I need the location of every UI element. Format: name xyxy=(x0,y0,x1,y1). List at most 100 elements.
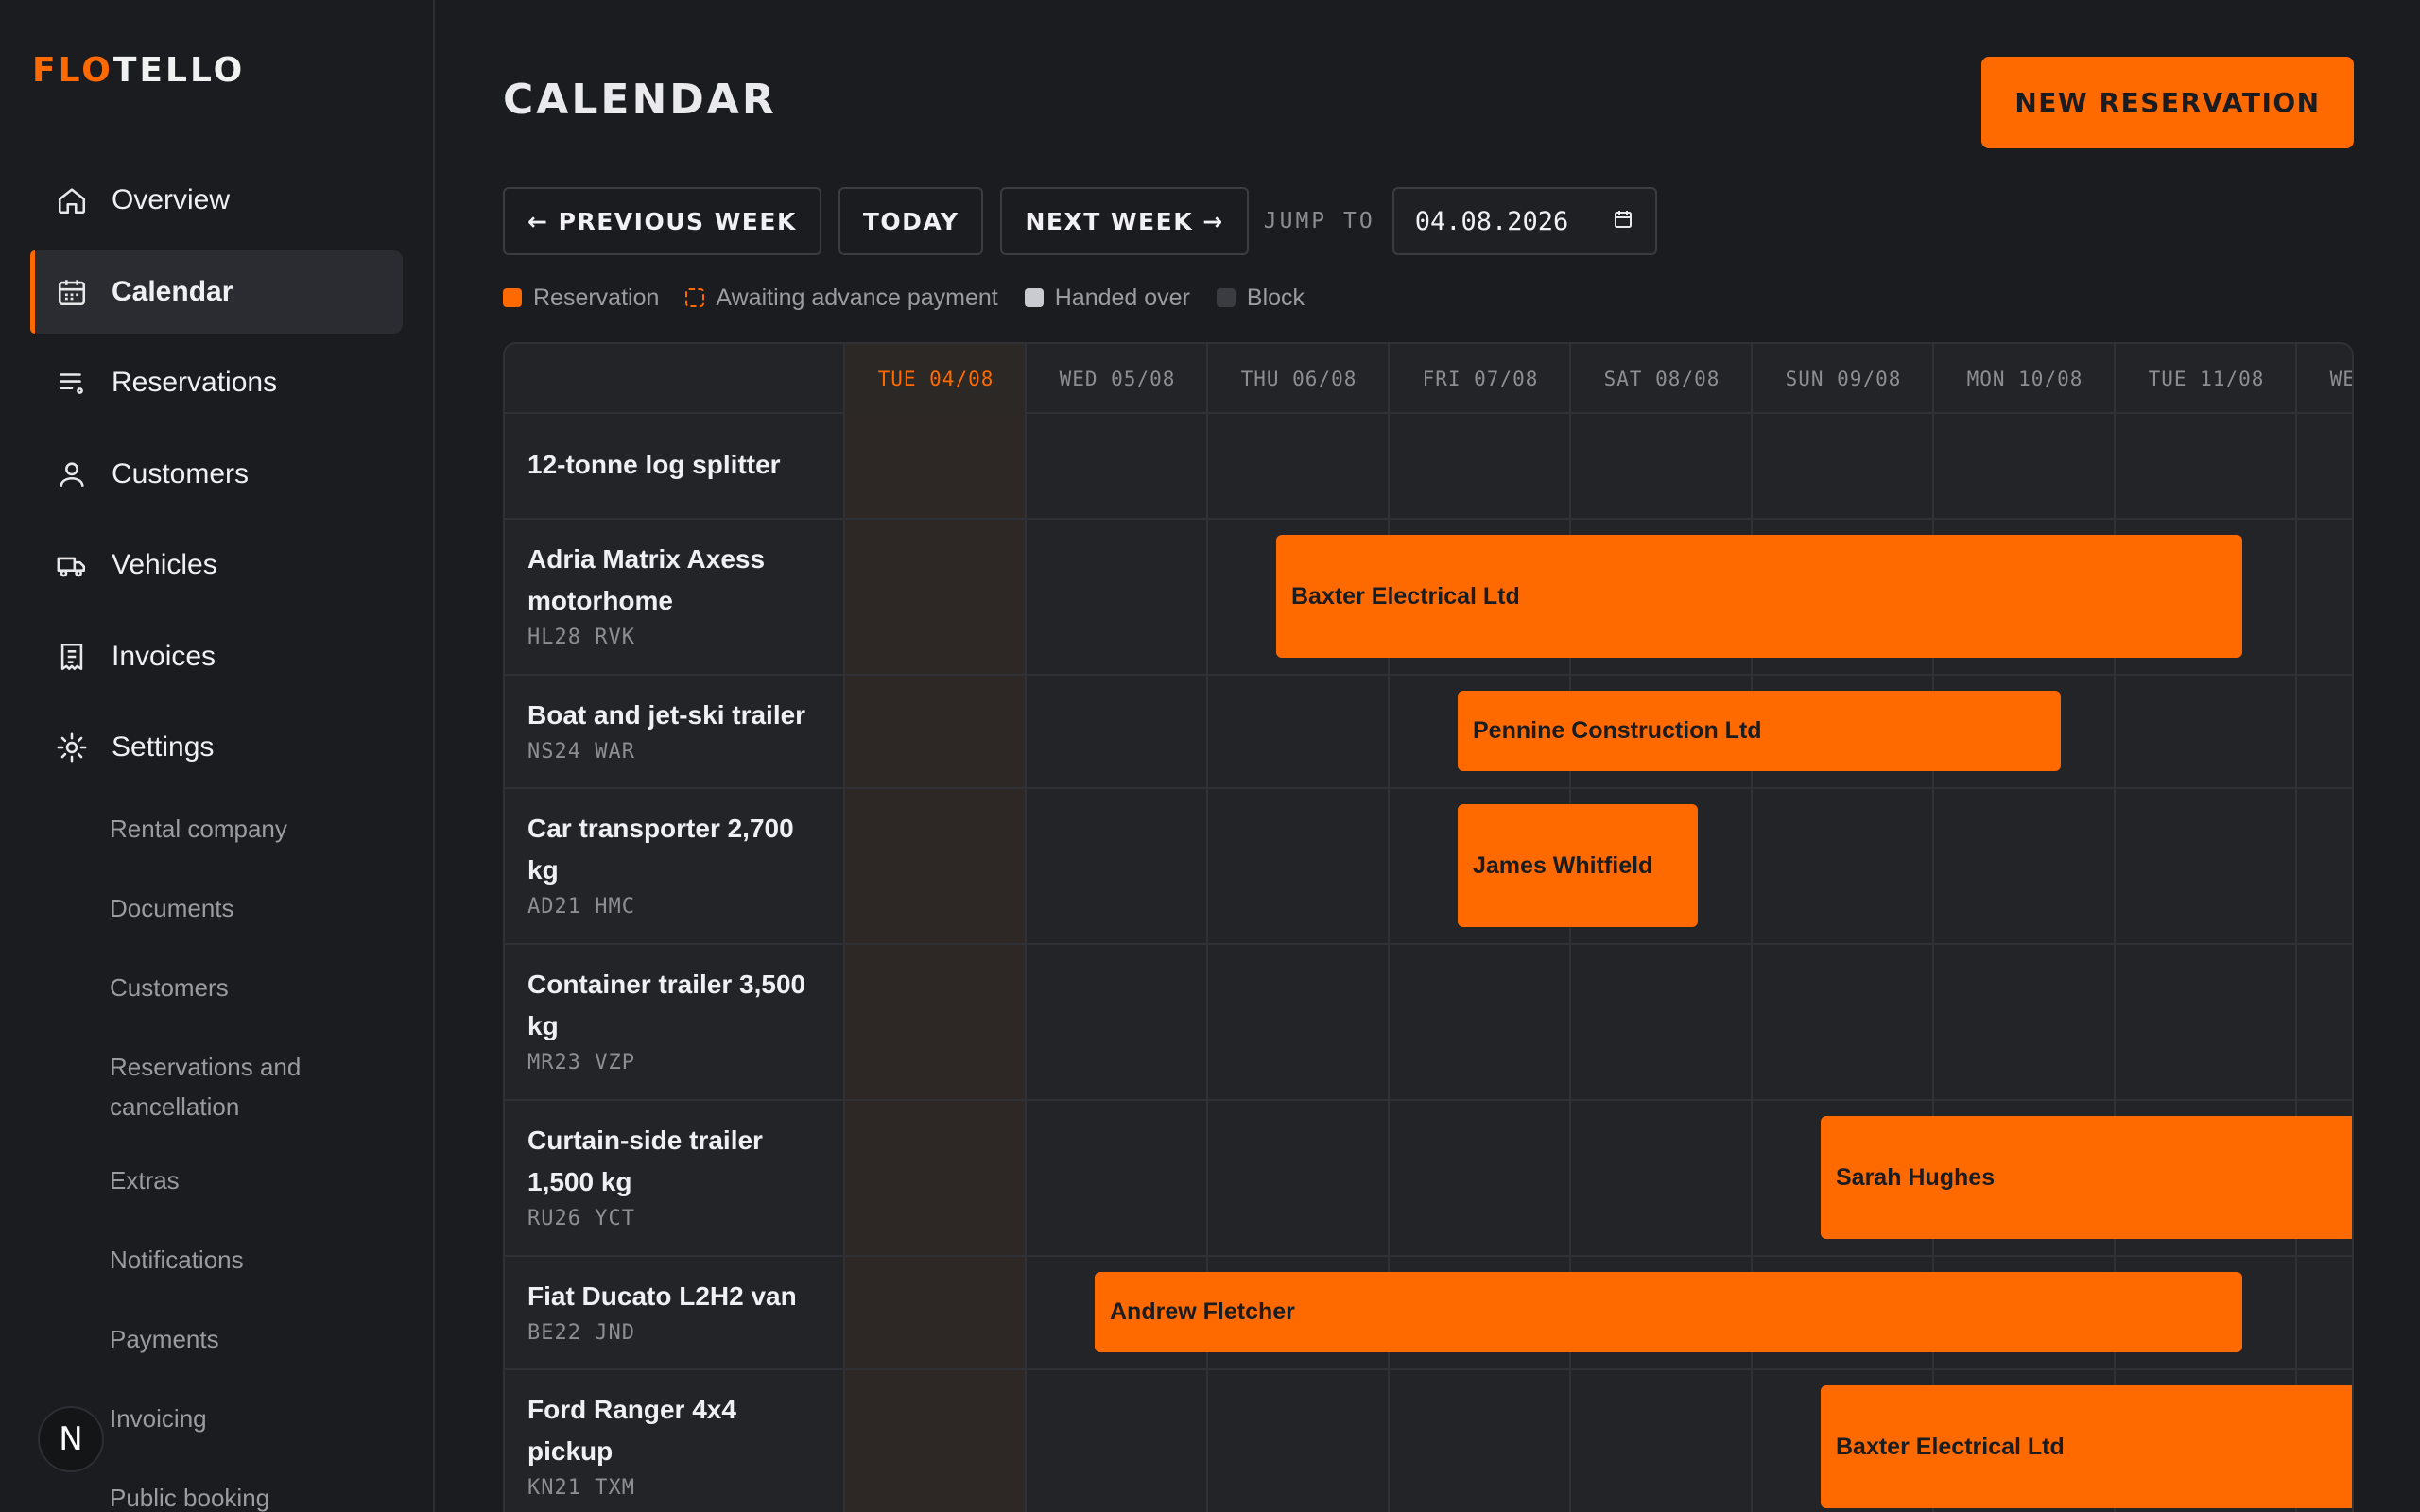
resource-plate: NS24 WAR xyxy=(527,740,635,764)
nav-item-vehicles[interactable]: Vehicles xyxy=(30,524,403,607)
subnav-documents[interactable]: Documents xyxy=(110,888,412,928)
day-header: FRI 07/08 xyxy=(1422,368,1539,390)
swatch-block xyxy=(1216,288,1236,307)
nav-item-invoices[interactable]: Invoices xyxy=(30,615,403,698)
resource-label[interactable]: Container trailer 3,500 kg MR23 VZP xyxy=(505,945,845,1099)
booking-bar[interactable]: Baxter Electrical Ltd xyxy=(1276,535,2242,658)
subnav-customers[interactable]: Customers xyxy=(110,968,412,1007)
day-header: WED 12/08 xyxy=(2329,368,2352,390)
day-header: SAT 08/08 xyxy=(1603,368,1720,390)
settings-subnav: Rental company Documents Customers Reser… xyxy=(110,809,412,1512)
nav-label: Settings xyxy=(112,731,215,763)
day-header-today: TUE 04/08 xyxy=(845,344,1027,414)
gear-icon xyxy=(55,730,89,765)
week-toolbar: ← PREVIOUS WEEK TODAY NEXT WEEK → JUMP T… xyxy=(503,187,1657,255)
jump-to-label: JUMP TO xyxy=(1263,209,1375,233)
nav-item-customers[interactable]: Customers xyxy=(30,433,403,516)
subnav-notifications[interactable]: Notifications xyxy=(110,1240,412,1280)
resource-label[interactable]: Boat and jet-ski trailer NS24 WAR xyxy=(505,676,845,787)
resource-row: 12-tonne log splitter xyxy=(505,414,2352,520)
resource-name: Boat and jet-ski trailer xyxy=(527,700,806,730)
resource-row: Fiat Ducato L2H2 van BE22 JND Andrew Fle… xyxy=(505,1257,2352,1370)
resource-label[interactable]: Ford Ranger 4x4 pickup KN21 TXM xyxy=(505,1370,845,1512)
brand-logo[interactable]: FLOTELLO xyxy=(32,51,245,90)
resource-label[interactable]: Curtain-side trailer 1,500 kg RU26 YCT xyxy=(505,1101,845,1255)
resource-name: Adria Matrix Axess motorhome xyxy=(527,544,766,615)
jump-to-date-input[interactable]: 04.08.2026 xyxy=(1392,187,1657,255)
new-reservation-button[interactable]: NEW RESERVATION xyxy=(1981,57,2354,148)
swatch-handed-over xyxy=(1024,288,1044,307)
subnav-payments[interactable]: Payments xyxy=(110,1319,412,1359)
status-legend: Reservation Awaiting advance payment Han… xyxy=(503,284,1331,312)
booking-bar[interactable]: James Whitfield xyxy=(1458,804,1698,927)
next-week-button[interactable]: NEXT WEEK → xyxy=(1000,187,1249,255)
date-value: 04.08.2026 xyxy=(1414,206,1569,236)
resource-row: Boat and jet-ski trailer NS24 WAR Pennin… xyxy=(505,676,2352,789)
list-icon xyxy=(55,366,89,400)
nav-item-calendar[interactable]: Calendar xyxy=(30,249,403,334)
nav-item-reservations[interactable]: Reservations xyxy=(30,341,403,424)
user-icon xyxy=(55,457,89,491)
nav-label: Reservations xyxy=(112,367,278,398)
main-nav: Overview Calendar Reservations Customers… xyxy=(30,159,403,798)
day-header: TUE 11/08 xyxy=(2148,368,2265,390)
day-header: MON 10/08 xyxy=(1966,368,2083,390)
booking-bar[interactable]: Andrew Fletcher xyxy=(1095,1272,2242,1352)
nav-label: Customers xyxy=(112,457,250,490)
resource-plate: MR23 VZP xyxy=(527,1051,635,1074)
resource-row: Curtain-side trailer 1,500 kg RU26 YCT S… xyxy=(505,1101,2352,1257)
sidebar: FLOTELLO Overview Calendar Reservations … xyxy=(0,0,435,1512)
subnav-extras[interactable]: Extras xyxy=(110,1160,412,1200)
logo-part-2: TELLO xyxy=(112,51,246,90)
swatch-reservation xyxy=(503,288,522,307)
resource-name: 12-tonne log splitter xyxy=(527,450,781,479)
resource-label[interactable]: Fiat Ducato L2H2 van BE22 JND xyxy=(505,1257,845,1368)
resource-label[interactable]: Adria Matrix Axess motorhome HL28 RVK xyxy=(505,520,845,674)
day-header: SUN 09/08 xyxy=(1785,368,1902,390)
day-header: THU 06/08 xyxy=(1240,368,1357,390)
resource-plate: AD21 HMC xyxy=(527,895,635,919)
logo-part-1: FLO xyxy=(32,51,113,90)
calendar-picker-icon[interactable] xyxy=(1612,208,1634,235)
legend-item-reservation: Reservation xyxy=(503,284,659,312)
previous-week-button[interactable]: ← PREVIOUS WEEK xyxy=(503,187,821,255)
swatch-awaiting-payment xyxy=(685,288,705,307)
nav-label: Vehicles xyxy=(112,549,217,580)
today-button[interactable]: TODAY xyxy=(838,187,984,255)
resource-plate: HL28 RVK xyxy=(527,626,635,649)
page-title: CALENDAR xyxy=(503,76,777,124)
resource-plate: RU26 YCT xyxy=(527,1207,635,1230)
booking-bar[interactable]: Sarah Hughes xyxy=(1821,1116,2352,1239)
nav-item-overview[interactable]: Overview xyxy=(30,159,403,242)
subnav-public-booking[interactable]: Public booking xyxy=(110,1478,412,1512)
booking-bar[interactable]: Baxter Electrical Ltd xyxy=(1821,1385,2352,1508)
booking-bar[interactable]: Pennine Construction Ltd xyxy=(1458,691,2061,771)
resource-name: Curtain-side trailer 1,500 kg xyxy=(527,1125,763,1196)
day-header: WED 05/08 xyxy=(1059,368,1176,390)
subnav-reservations-cancellation[interactable]: Reservations and cancellation xyxy=(110,1047,412,1126)
resource-name: Fiat Ducato L2H2 van xyxy=(527,1281,797,1311)
resource-label[interactable]: Car transporter 2,700 kg AD21 HMC xyxy=(505,789,845,943)
receipt-icon xyxy=(55,640,89,674)
legend-item-awaiting-payment: Awaiting advance payment xyxy=(685,284,998,312)
calendar-grid: TUE 04/08 WED 05/08 THU 06/08 FRI 07/08 … xyxy=(503,342,2354,1512)
nav-item-settings[interactable]: Settings xyxy=(30,706,403,789)
nav-label: Calendar xyxy=(112,275,233,307)
calendar-header: TUE 04/08 WED 05/08 THU 06/08 FRI 07/08 … xyxy=(505,344,2352,414)
resource-row: Car transporter 2,700 kg AD21 HMC James … xyxy=(505,789,2352,945)
resource-label[interactable]: 12-tonne log splitter xyxy=(505,414,845,518)
user-avatar[interactable]: N xyxy=(38,1406,104,1472)
subnav-rental-company[interactable]: Rental company xyxy=(110,809,412,849)
legend-label: Awaiting advance payment xyxy=(716,284,998,311)
resource-name: Ford Ranger 4x4 pickup xyxy=(527,1395,736,1466)
resource-plate: BE22 JND xyxy=(527,1321,635,1345)
truck-icon xyxy=(55,548,89,582)
resource-name: Container trailer 3,500 kg xyxy=(527,970,806,1040)
legend-item-block: Block xyxy=(1216,284,1305,312)
resource-plate: KN21 TXM xyxy=(527,1476,635,1500)
subnav-invoicing[interactable]: Invoicing xyxy=(110,1399,412,1438)
resource-row: Ford Ranger 4x4 pickup KN21 TXM Baxter E… xyxy=(505,1370,2352,1512)
calendar-icon xyxy=(55,275,89,309)
legend-label: Block xyxy=(1246,284,1305,311)
nav-label: Invoices xyxy=(112,640,216,672)
